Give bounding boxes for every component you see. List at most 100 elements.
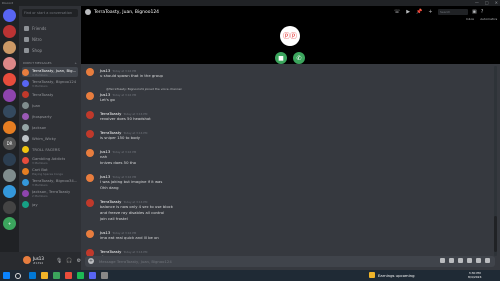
help-icon[interactable]: ? [481, 9, 484, 15]
emoji-icon[interactable] [467, 258, 472, 263]
message-avatar[interactable] [86, 111, 94, 119]
message-avatar[interactable] [86, 149, 94, 157]
dm-text: Jackson [32, 125, 46, 130]
join-voice-button[interactable]: ✆ [293, 52, 305, 64]
dm-text: Whim_Wicky [32, 136, 56, 141]
phone-icon: ✆ [296, 54, 302, 62]
add-friends-icon[interactable]: + [428, 9, 432, 15]
message-text: u should spawn that in the group [100, 73, 163, 78]
server-icon[interactable] [3, 25, 16, 38]
message-avatar[interactable] [86, 130, 94, 138]
dm-avatar [22, 68, 29, 76]
taskbar-app-icon[interactable] [65, 272, 72, 279]
maximize-button[interactable]: □ [485, 0, 489, 5]
dm-item[interactable]: TerraToasty [22, 89, 78, 99]
nav-item-nitro[interactable]: Nitro [22, 35, 78, 43]
deafen-headphones-icon[interactable]: 🎧 [66, 258, 72, 264]
server-icon[interactable] [3, 169, 16, 182]
message-text: Let's go [100, 97, 115, 102]
dm-item[interactable]: Gambling Addicts 3 Members [22, 155, 78, 165]
dm-item[interactable]: TerraToasty, Bignoo34... 3 Members [22, 177, 78, 187]
start-windows-icon[interactable] [3, 272, 10, 279]
message-list: Jus13 Today at 3:16 PM u should spawn that… [81, 66, 493, 256]
dm-text: jhospsarty [32, 114, 52, 119]
dm-subtitle: 3 Members [32, 160, 48, 165]
message-avatar[interactable] [86, 174, 94, 182]
gif-icon[interactable] [449, 258, 454, 263]
dm-item[interactable]: TerraToasty, Bignoo124 3 Members [22, 78, 78, 88]
taskbar-clock[interactable]: 3:30 PM 8/4/2024 [468, 271, 481, 279]
dm-sidebar: Find or start a conversation Friends Nitr… [19, 6, 81, 252]
user-avatar[interactable] [23, 256, 31, 264]
friends-icon [24, 25, 29, 31]
discord-home-icon[interactable] [3, 9, 16, 22]
pinned-messages-icon[interactable]: 📌 [416, 9, 422, 15]
tray-notification-text[interactable]: Earnings upcoming [378, 273, 414, 278]
messages-scrollbar[interactable] [494, 66, 497, 256]
dm-item[interactable]: Cart Bot Playing Spaces Conga [22, 166, 78, 176]
sticker-icon[interactable] [458, 258, 463, 263]
add-server-icon[interactable]: + [3, 217, 16, 230]
video-call-icon[interactable]: ▶ [406, 9, 410, 15]
server-icon[interactable] [3, 41, 16, 54]
taskbar-app-icon[interactable] [77, 272, 84, 279]
attach-plus-icon[interactable]: + [88, 258, 94, 264]
dm-name: jhospsarty [32, 113, 52, 119]
taskbar-app-icon[interactable] [41, 272, 48, 279]
gift-icon[interactable] [440, 258, 445, 263]
dm-avatar [22, 123, 29, 131]
close-button[interactable]: ✕ [495, 0, 498, 5]
send-icon[interactable] [485, 258, 490, 263]
taskbar-search-icon[interactable] [15, 272, 21, 279]
dm-item[interactable]: jhospsarty [22, 111, 78, 121]
message-input[interactable]: Message TerraToasty, Juan, Bignoo124 [99, 259, 172, 264]
server-icon[interactable] [3, 57, 16, 70]
message-avatar[interactable] [86, 199, 94, 207]
taskbar-app-icon[interactable] [53, 272, 60, 279]
server-icon[interactable] [3, 153, 16, 166]
earnings-alert-icon[interactable] [369, 272, 375, 278]
dm-item[interactable]: Jackson, TerraToasty 2 Members [22, 188, 78, 198]
dm-item[interactable]: TROLL FACERS [22, 144, 78, 154]
message-text: I was joking but imagine if it was [100, 179, 163, 184]
scrollbar-thumb[interactable] [494, 216, 497, 252]
taskbar-app-icon[interactable] [101, 272, 108, 279]
server-icon[interactable] [3, 89, 16, 102]
minimize-button[interactable]: — [475, 0, 479, 5]
dm-item[interactable]: jay [22, 199, 78, 209]
dm-item[interactable]: Whim_Wicky [22, 133, 78, 143]
conversation-search-input[interactable]: Find or start a conversation [22, 9, 78, 17]
server-icon[interactable]: DR [3, 137, 16, 150]
taskbar-app-icon[interactable] [29, 272, 36, 279]
dm-item[interactable]: Juan [22, 100, 78, 110]
dm-name: Juan [32, 102, 41, 108]
server-icon[interactable] [3, 105, 16, 118]
server-icon[interactable] [3, 121, 16, 134]
server-icon[interactable] [3, 185, 16, 198]
message-composer[interactable]: + Message TerraToasty, Juan, Bignoo124 [85, 256, 495, 267]
nav-item-friends[interactable]: Friends [22, 24, 78, 32]
call-phone-icon[interactable]: ☏ [394, 9, 400, 15]
nav-item-shop[interactable]: Shop [22, 46, 78, 54]
message-text: ima eat real quick and lll be on [100, 235, 159, 240]
dm-item[interactable]: Jackson [22, 122, 78, 132]
system-tray: Earnings upcoming [369, 272, 414, 278]
join-video-button[interactable]: ■ [275, 52, 287, 64]
inbox-icon[interactable]: ▣ [472, 9, 477, 15]
create-dm-button[interactable]: + [74, 61, 77, 65]
channel-search-input[interactable]: Search [438, 9, 468, 15]
message-avatar[interactable] [86, 249, 94, 256]
apps-icon[interactable] [476, 258, 481, 263]
nitro-icon [24, 36, 29, 42]
server-icon[interactable] [3, 73, 16, 86]
message-avatar[interactable] [86, 230, 94, 238]
message-avatar[interactable] [86, 68, 94, 76]
dm-item[interactable]: TerraToasty, Juan, Bign... 4 Members [22, 67, 78, 77]
mute-mic-icon[interactable]: 🎙 [56, 258, 62, 264]
message-avatar[interactable] [86, 92, 94, 100]
dm-name: TROLL FACERS [32, 146, 60, 152]
server-icon[interactable] [3, 201, 16, 214]
taskbar-app-icon[interactable] [89, 272, 96, 279]
message-text: is sniper 150 to body [100, 135, 141, 140]
dm-avatar [22, 90, 29, 98]
